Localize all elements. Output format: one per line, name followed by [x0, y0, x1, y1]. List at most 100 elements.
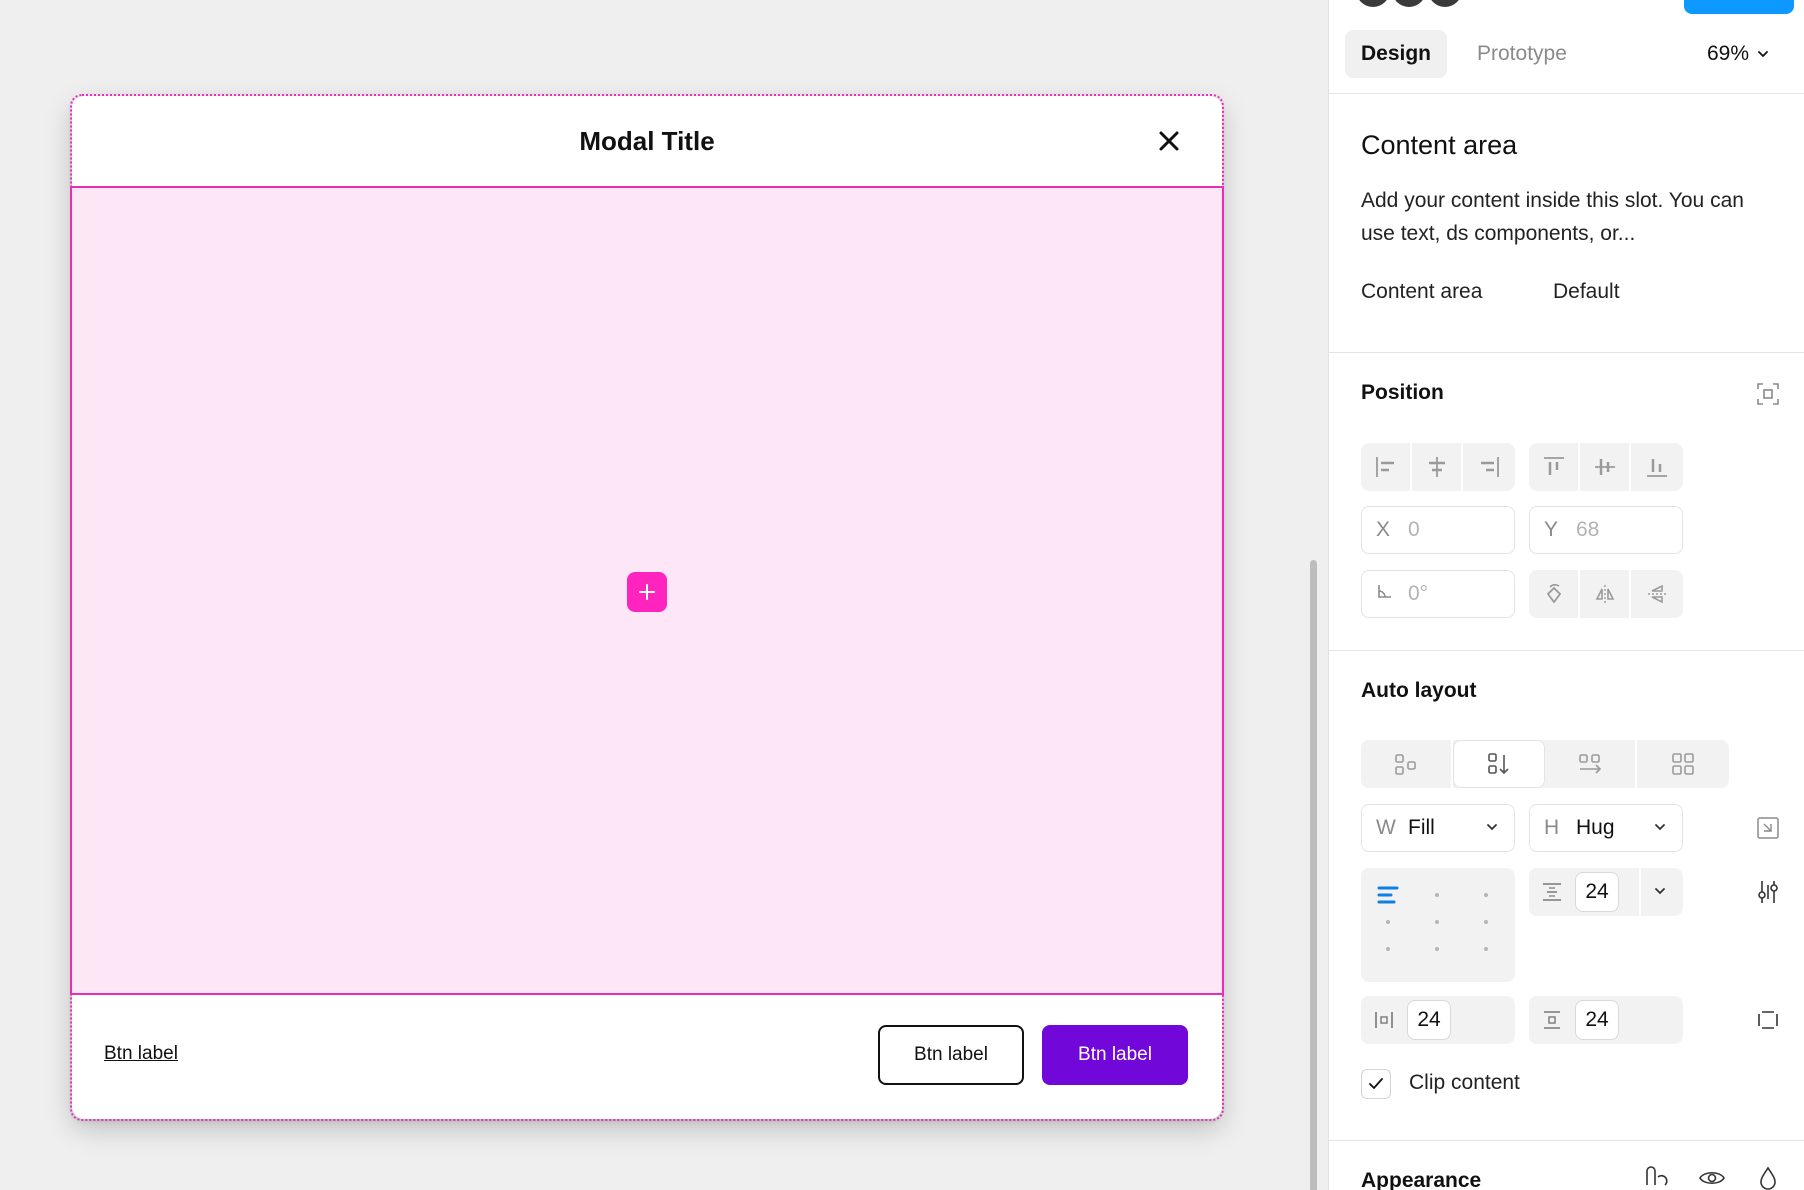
- add-content-button[interactable]: [627, 572, 667, 612]
- flip-vertical-icon[interactable]: [1631, 570, 1683, 618]
- height-label: H: [1544, 816, 1560, 839]
- transform-group: [1529, 570, 1683, 618]
- rotation-icon: [1376, 582, 1408, 606]
- zoom-dropdown[interactable]: 69%: [1707, 30, 1769, 78]
- modal-header: Modal Title: [72, 96, 1222, 186]
- primary-button[interactable]: Btn label: [1042, 1025, 1188, 1085]
- chevron-down-icon[interactable]: [1653, 886, 1667, 898]
- auto-layout-section: Auto layout W Fill H Hug 24 24 24 Clip c…: [1329, 651, 1804, 1141]
- appearance-section: Appearance: [1329, 1141, 1804, 1190]
- layout-freeform-icon[interactable]: [1361, 740, 1453, 788]
- vertical-padding-icon: [1544, 1011, 1560, 1029]
- resize-to-fit-icon[interactable]: [1753, 813, 1783, 843]
- modal-title: Modal Title: [579, 125, 715, 156]
- layout-grid-icon[interactable]: [1637, 740, 1729, 788]
- gap-field[interactable]: 24: [1529, 868, 1683, 916]
- opacity-drop-icon[interactable]: [1753, 1163, 1783, 1190]
- align-horizontal-center-icon[interactable]: [1412, 443, 1463, 491]
- modal-frame[interactable]: Modal Title Btn label Btn label Btn labe…: [70, 96, 1224, 1119]
- content-area-description: Add your content inside this slot. You c…: [1361, 189, 1744, 245]
- width-field[interactable]: W Fill: [1361, 804, 1515, 852]
- clip-content-label: Clip content: [1409, 1071, 1520, 1094]
- vertical-padding-field[interactable]: 24: [1529, 996, 1683, 1044]
- collaborator-avatars[interactable]: [1353, 0, 1465, 10]
- width-value: Fill: [1408, 816, 1435, 839]
- content-area-property-label: Content area: [1361, 280, 1483, 303]
- focus-frame-icon[interactable]: [1753, 379, 1783, 409]
- align-dot[interactable]: [1386, 947, 1390, 951]
- auto-layout-title: Auto layout: [1361, 679, 1477, 702]
- x-value: 0: [1408, 518, 1420, 541]
- rotation-field[interactable]: 0°: [1361, 570, 1515, 618]
- advanced-layout-settings-icon[interactable]: [1753, 877, 1783, 907]
- gap-value[interactable]: 24: [1575, 872, 1619, 912]
- properties-panel: Design Prototype 69% Content area Add yo…: [1328, 0, 1804, 1190]
- horizontal-padding-field[interactable]: 24: [1361, 996, 1515, 1044]
- flip-horizontal-icon[interactable]: [1580, 570, 1631, 618]
- y-label: Y: [1544, 518, 1559, 541]
- avatar[interactable]: [1425, 0, 1465, 10]
- avatar[interactable]: [1389, 0, 1429, 10]
- horizontal-padding-value[interactable]: 24: [1407, 1000, 1451, 1040]
- vertical-align-group: [1529, 443, 1683, 491]
- align-bottom-icon[interactable]: [1631, 443, 1683, 491]
- align-left-icon[interactable]: [1361, 443, 1412, 491]
- plus-icon: [639, 584, 655, 600]
- zoom-value: 69%: [1707, 42, 1750, 65]
- align-dot[interactable]: [1484, 893, 1488, 897]
- chevron-down-icon: [1487, 824, 1497, 831]
- position-section: Position X 0 Y 68 0°: [1329, 353, 1804, 651]
- vertical-gap-icon: [1543, 883, 1561, 901]
- horizontal-padding-icon: [1375, 1012, 1393, 1028]
- y-position-field[interactable]: Y 68: [1529, 506, 1683, 554]
- align-dot[interactable]: [1435, 920, 1439, 924]
- eye-icon[interactable]: [1697, 1163, 1727, 1190]
- alignment-grid[interactable]: [1361, 868, 1515, 982]
- rotation-value: 0°: [1408, 582, 1429, 605]
- x-position-field[interactable]: X 0: [1361, 506, 1515, 554]
- position-title: Position: [1361, 381, 1444, 404]
- tab-design[interactable]: Design: [1345, 30, 1448, 78]
- height-field[interactable]: H Hug: [1529, 804, 1683, 852]
- individual-padding-icon[interactable]: [1753, 1005, 1783, 1035]
- horizontal-align-group: [1361, 443, 1515, 491]
- align-right-icon[interactable]: [1463, 443, 1515, 491]
- align-top-icon[interactable]: [1529, 443, 1580, 491]
- layout-horizontal-icon[interactable]: [1545, 740, 1637, 788]
- tab-prototype[interactable]: Prototype: [1461, 30, 1583, 78]
- close-icon[interactable]: [1154, 126, 1184, 156]
- avatar[interactable]: [1353, 0, 1393, 10]
- layout-direction-group: [1361, 740, 1729, 788]
- content-area-title: Content area: [1361, 130, 1518, 160]
- align-dot[interactable]: [1386, 920, 1390, 924]
- align-dot[interactable]: [1435, 947, 1439, 951]
- variable-mode-icon[interactable]: [1641, 1163, 1671, 1190]
- layout-vertical-icon[interactable]: [1453, 740, 1545, 788]
- content-area-slot[interactable]: [70, 186, 1224, 995]
- height-value: Hug: [1576, 816, 1615, 839]
- canvas-scrollbar[interactable]: [1310, 560, 1317, 1190]
- panel-tabs: Design Prototype 69%: [1329, 30, 1804, 94]
- vertical-padding-value[interactable]: 24: [1575, 1000, 1619, 1040]
- rotate-90-icon[interactable]: [1529, 570, 1580, 618]
- content-area-property-value[interactable]: Default: [1553, 280, 1620, 304]
- align-dot[interactable]: [1435, 893, 1439, 897]
- clip-content-checkbox[interactable]: [1361, 1069, 1391, 1099]
- appearance-title: Appearance: [1361, 1169, 1482, 1190]
- x-label: X: [1376, 518, 1391, 541]
- modal-footer: Btn label Btn label Btn label: [72, 995, 1222, 1119]
- share-button[interactable]: [1684, 0, 1794, 14]
- design-canvas[interactable]: Modal Title Btn label Btn label Btn labe…: [0, 0, 1328, 1190]
- checkmark-icon: [1369, 1078, 1383, 1090]
- footer-link-button[interactable]: Btn label: [104, 1043, 178, 1065]
- divider: [1639, 868, 1641, 916]
- align-dot[interactable]: [1484, 920, 1488, 924]
- width-label: W: [1376, 816, 1396, 839]
- align-top-left-icon[interactable]: [1377, 884, 1399, 906]
- chevron-down-icon: [1655, 824, 1665, 831]
- y-value: 68: [1576, 518, 1600, 541]
- align-vertical-center-icon[interactable]: [1580, 443, 1631, 491]
- align-dot[interactable]: [1484, 947, 1488, 951]
- content-area-section: Content area Add your content inside thi…: [1329, 94, 1804, 353]
- secondary-button[interactable]: Btn label: [878, 1025, 1024, 1085]
